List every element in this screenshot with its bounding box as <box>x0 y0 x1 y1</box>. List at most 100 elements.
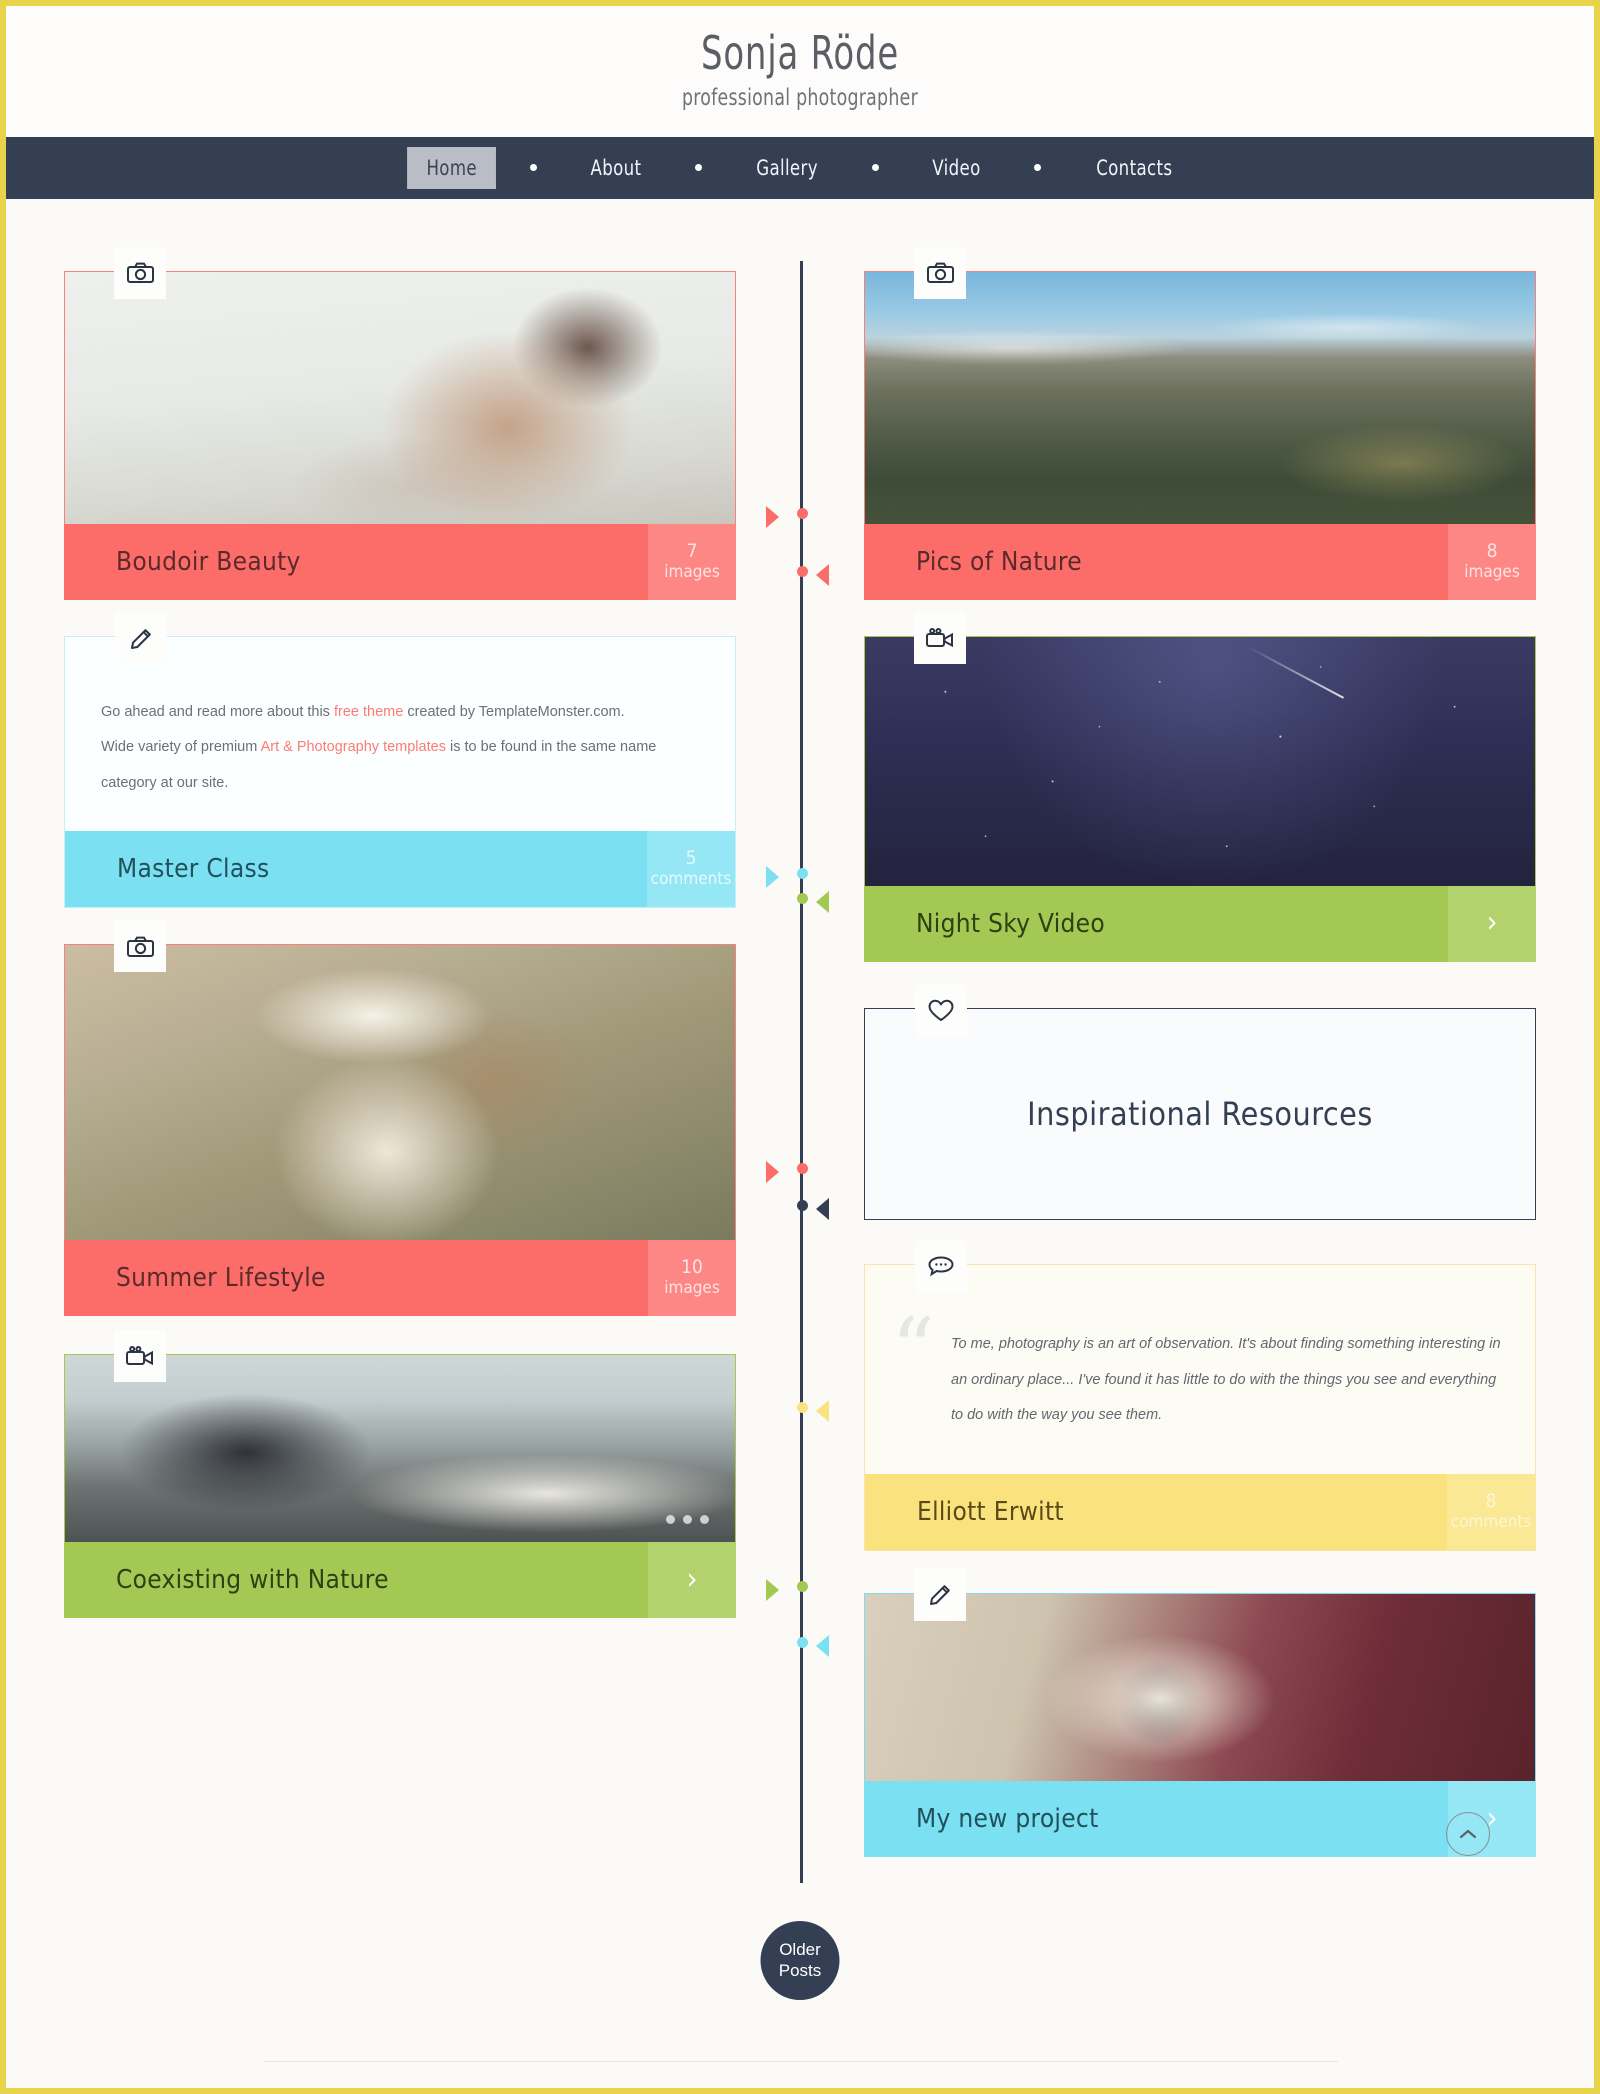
camera-icon <box>114 246 166 299</box>
post-title[interactable]: Night Sky Video <box>864 886 1448 962</box>
post-card-boudoir-beauty[interactable]: Boudoir Beauty 7 images <box>64 246 736 600</box>
older-posts-line2: Posts <box>778 1960 822 1980</box>
quote-body: “ To me, photography is an art of observ… <box>865 1265 1535 1475</box>
comment-icon <box>915 1240 967 1293</box>
nav-separator-dot <box>871 164 879 172</box>
nav-item-video[interactable]: Video <box>913 147 1000 189</box>
connector-arrow-inspirational <box>816 1197 829 1220</box>
connector-arrow-summer <box>766 1160 779 1183</box>
post-thumbnail[interactable] <box>864 1593 1536 1782</box>
nav-separator-dot <box>1033 164 1041 172</box>
post-card-summer-lifestyle[interactable]: Summer Lifestyle 10 images <box>64 920 736 1317</box>
older-posts-line1: Older <box>779 1939 821 1959</box>
timeline-column-right: Pics of Nature 8 images Night Sky Video … <box>864 246 1536 1892</box>
chevron-up-icon <box>1459 1829 1477 1839</box>
post-comment-count-badge: 8 comments <box>1447 1474 1535 1551</box>
pagination: Older Posts <box>6 1891 1594 2051</box>
art-photography-templates-link[interactable]: Art & Photography templates <box>261 739 446 755</box>
nav-item-home[interactable]: Home <box>406 146 496 189</box>
post-card-night-sky-video[interactable]: Night Sky Video › <box>864 611 1536 962</box>
post-caption: Elliott Erwitt 8 comments <box>865 1474 1535 1551</box>
post-play-button[interactable]: › <box>1448 885 1536 962</box>
connector-dot-boudoir <box>797 507 808 519</box>
post-caption: Pics of Nature 8 images <box>864 523 1536 600</box>
badge-number: 8 <box>1486 539 1498 562</box>
meteor-streak <box>1246 645 1345 700</box>
free-theme-link[interactable]: free theme <box>334 704 403 720</box>
site-footer: f t p © 2013 | Privacy Policy Website de… <box>6 2051 1594 2088</box>
camera-icon <box>114 920 166 973</box>
pencil-icon <box>914 1569 966 1622</box>
post-thumbnail[interactable] <box>864 270 1536 524</box>
badge-label: images <box>664 561 720 582</box>
post-body: Go ahead and read more about this free t… <box>65 637 735 832</box>
post-title[interactable]: Coexisting with Nature <box>64 1542 648 1618</box>
post-comment-count-badge: 5 comments <box>647 831 735 908</box>
timeline: Boudoir Beauty 7 images Go ahead and rea… <box>6 199 1594 2052</box>
post-thumbnail[interactable] <box>64 944 736 1241</box>
connector-dot-master-class <box>797 867 808 879</box>
post-thumbnail[interactable] <box>64 270 736 524</box>
quote-mark-icon: “ <box>891 1299 935 1400</box>
post-caption: Master Class 5 comments <box>65 831 735 908</box>
timeline-rows: Boudoir Beauty 7 images Go ahead and rea… <box>6 199 1594 1892</box>
post-thumbnail[interactable] <box>64 1354 736 1543</box>
badge-number: 7 <box>686 539 698 562</box>
post-card-coexisting-with-nature[interactable]: Coexisting with Nature › <box>64 1330 736 1619</box>
connector-arrow-nature <box>816 563 829 586</box>
connector-arrow-night-sky <box>816 890 829 913</box>
post-image-count-badge: 8 images <box>1448 523 1536 600</box>
connector-dot-quote <box>797 1401 808 1413</box>
post-card-quote[interactable]: “ To me, photography is an art of observ… <box>864 1240 1536 1552</box>
page-root: Sonja Röde professional photographer Hom… <box>6 6 1594 2088</box>
quote-author[interactable]: Elliott Erwitt <box>865 1474 1447 1550</box>
post-body-line1-post: created by TemplateMonster.com. <box>403 703 625 720</box>
post-card-pics-of-nature[interactable]: Pics of Nature 8 images <box>864 246 1536 600</box>
connector-dot-night-sky <box>797 892 808 904</box>
post-title[interactable]: Summer Lifestyle <box>64 1240 648 1316</box>
post-play-button[interactable]: › <box>648 1542 736 1619</box>
post-body-line1-pre: Go ahead and read more about this <box>101 703 334 720</box>
connector-dot-nature <box>797 565 808 577</box>
nav-item-about[interactable]: About <box>571 147 661 189</box>
chevron-right-icon: › <box>1486 905 1498 941</box>
badge-label: comments <box>1450 1512 1532 1533</box>
badge-number: 5 <box>685 847 697 870</box>
connector-arrow-boudoir <box>766 505 779 528</box>
nav-separator-dot <box>530 164 537 172</box>
post-thumbnail[interactable] <box>864 635 1536 886</box>
post-title[interactable]: My new project <box>864 1781 1448 1857</box>
post-card-master-class[interactable]: Go ahead and read more about this free t… <box>64 612 736 909</box>
heart-icon <box>915 984 967 1037</box>
older-posts-button[interactable]: Older Posts <box>760 1921 840 2001</box>
post-title[interactable]: Master Class <box>65 831 647 907</box>
post-caption: My new project › <box>864 1781 1536 1858</box>
post-title[interactable]: Inspirational Resources <box>1027 1095 1373 1133</box>
nav-list: Home About Gallery Video Contacts <box>401 146 1200 189</box>
scroll-to-top-button[interactable] <box>1446 1812 1490 1856</box>
connector-dot-summer <box>797 1162 808 1174</box>
post-image-count-badge: 10 images <box>648 1240 736 1317</box>
post-caption: Summer Lifestyle 10 images <box>64 1240 736 1317</box>
post-title[interactable]: Pics of Nature <box>864 524 1448 600</box>
nav-item-gallery[interactable]: Gallery <box>737 147 837 189</box>
connector-arrow-master-class <box>766 865 779 888</box>
nav-item-contacts[interactable]: Contacts <box>1077 147 1192 189</box>
pencil-icon <box>115 612 167 665</box>
post-card-my-new-project[interactable]: My new project › <box>864 1569 1536 1858</box>
connector-arrow-quote <box>816 1399 829 1422</box>
post-image-count-badge: 7 images <box>648 523 736 600</box>
camera-icon <box>914 246 966 299</box>
post-caption: Coexisting with Nature › <box>64 1542 736 1619</box>
connector-arrow-coexisting <box>766 1578 779 1601</box>
post-card-inspirational-resources[interactable]: Inspirational Resources <box>864 984 1536 1220</box>
page-frame-left <box>0 0 6 2094</box>
connector-dot-coexisting <box>797 1580 808 1592</box>
badge-label: images <box>664 1278 720 1299</box>
site-tagline: professional photographer <box>682 84 918 111</box>
main-navigation: Home About Gallery Video Contacts <box>6 136 1594 199</box>
site-header: Sonja Röde professional photographer <box>6 6 1594 137</box>
connector-arrow-new-project <box>816 1634 829 1657</box>
post-title[interactable]: Boudoir Beauty <box>64 524 648 600</box>
connector-dot-new-project <box>797 1636 808 1648</box>
